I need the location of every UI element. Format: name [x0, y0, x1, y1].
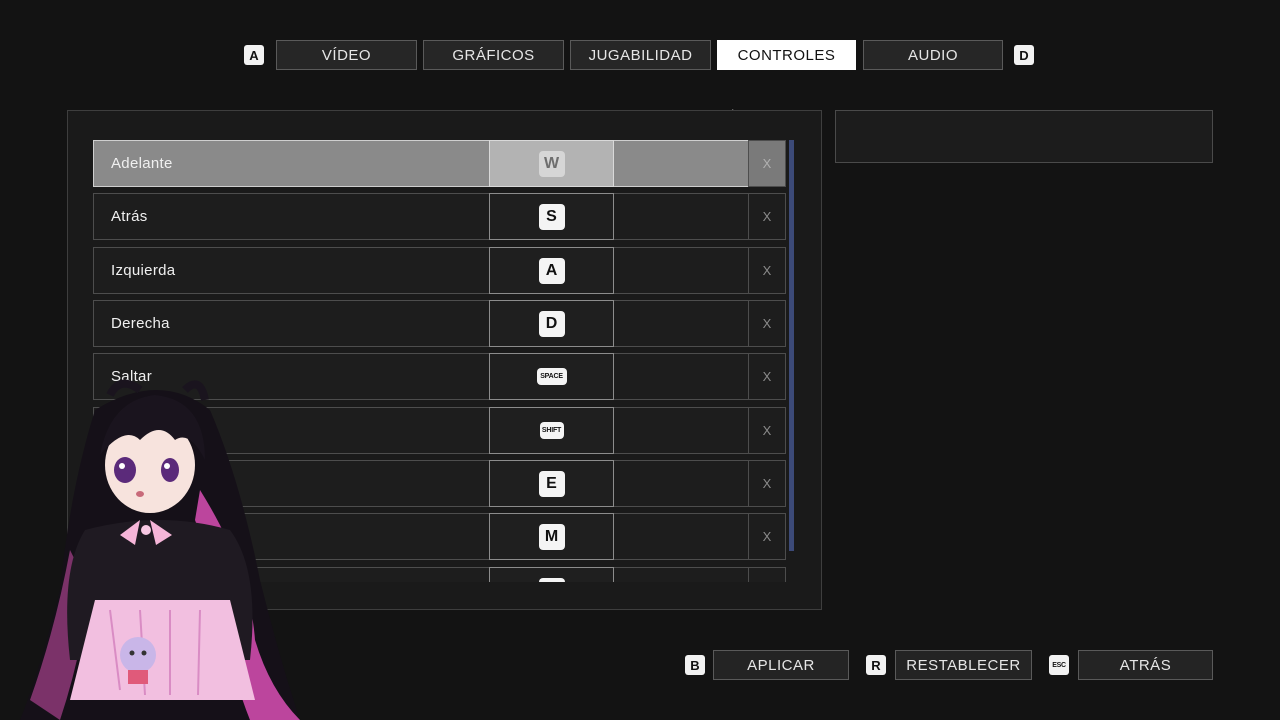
vtuber-avatar-overlay: [20, 379, 300, 720]
key-icon: M: [538, 523, 565, 550]
binding-key-slot[interactable]: E: [489, 460, 614, 507]
binding-row-left[interactable]: Izquierda A X: [93, 247, 786, 294]
key-icon: A: [538, 257, 565, 284]
binding-key-slot[interactable]: W: [489, 140, 614, 187]
key-icon: SPACE: [536, 368, 567, 385]
key-icon: S: [538, 203, 565, 230]
binding-row-forward[interactable]: Adelante W X: [93, 140, 786, 187]
clear-binding-button[interactable]: X: [748, 193, 786, 240]
reset-key-hint: R: [866, 655, 886, 675]
tab-video[interactable]: VÍDEO: [276, 40, 417, 70]
binding-key-slot[interactable]: A: [489, 247, 614, 294]
binding-key-slot[interactable]: [489, 567, 614, 582]
next-tab-key-hint: D: [1014, 45, 1034, 65]
clear-binding-button[interactable]: X: [748, 247, 786, 294]
key-icon: E: [538, 470, 565, 497]
binding-row-backward[interactable]: Atrás S X: [93, 193, 786, 240]
tab-controls[interactable]: CONTROLES: [717, 40, 856, 70]
tab-gameplay[interactable]: JUGABILIDAD: [570, 40, 711, 70]
key-icon: [538, 577, 565, 582]
clear-binding-button[interactable]: X: [748, 407, 786, 454]
key-icon: D: [538, 310, 565, 337]
binding-key-slot[interactable]: S: [489, 193, 614, 240]
binding-action-label: Atrás: [111, 208, 148, 225]
binding-key-slot[interactable]: D: [489, 300, 614, 347]
clear-binding-button[interactable]: X: [748, 140, 786, 187]
key-icon: SHIFT: [539, 422, 564, 439]
back-button[interactable]: ATRÁS: [1078, 650, 1213, 680]
reset-button[interactable]: RESTABLECER: [895, 650, 1032, 680]
apply-button[interactable]: APLICAR: [713, 650, 849, 680]
list-scrollbar[interactable]: [789, 140, 794, 551]
key-icon: W: [538, 150, 565, 177]
binding-key-slot[interactable]: SPACE: [489, 353, 614, 400]
binding-action-label: Izquierda: [111, 262, 176, 279]
back-key-hint: ESC: [1049, 655, 1069, 675]
clear-binding-button[interactable]: [748, 567, 786, 582]
clear-binding-button[interactable]: X: [748, 300, 786, 347]
tab-graphics[interactable]: GRÁFICOS: [423, 40, 564, 70]
binding-key-slot[interactable]: SHIFT: [489, 407, 614, 454]
clear-binding-button[interactable]: X: [748, 513, 786, 560]
apply-key-hint: B: [685, 655, 705, 675]
binding-row-right[interactable]: Derecha D X: [93, 300, 786, 347]
binding-action-label: Adelante: [111, 155, 173, 172]
prev-tab-key-hint: A: [244, 45, 264, 65]
clear-binding-button[interactable]: X: [748, 353, 786, 400]
binding-key-slot[interactable]: M: [489, 513, 614, 560]
clear-binding-button[interactable]: X: [748, 460, 786, 507]
binding-action-label: Derecha: [111, 315, 170, 332]
tab-audio[interactable]: AUDIO: [863, 40, 1003, 70]
binding-description-panel: [835, 110, 1213, 163]
